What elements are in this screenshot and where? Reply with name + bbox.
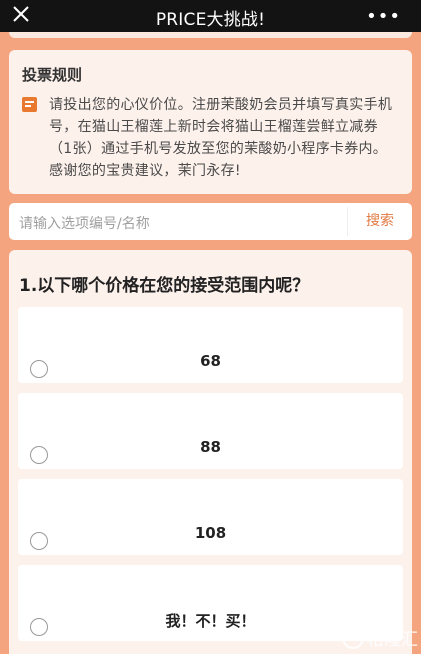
search-bar: 请输入选项编号/名称 搜索 (9, 203, 412, 240)
search-input[interactable]: 请输入选项编号/名称 (19, 213, 150, 233)
watermark-text: 格隆汇 (367, 630, 418, 650)
more-icon[interactable]: ••• (366, 6, 401, 27)
option-label: 68 (200, 352, 221, 370)
rules-text: 请投出您的心仪价位。注册茉酸奶会员并填写真实手机号，在猫山王榴莲上新时会将猫山王… (49, 97, 393, 179)
watermark: G 格隆汇 (342, 625, 418, 651)
voting-rules-card: 投票规则 请投出您的心仪价位。注册茉酸奶会员并填写真实手机号，在猫山王榴莲上新时… (9, 50, 412, 194)
option-label: 108 (194, 524, 227, 542)
previous-card-edge (9, 32, 412, 38)
search-button[interactable]: 搜索 (348, 203, 412, 240)
watermark-logo-icon: G (342, 626, 364, 649)
top-bar: PRICE大挑战! ••• (0, 0, 421, 32)
option-68[interactable]: 68 (18, 307, 403, 383)
question-card: 1.以下哪个价格在您的接受范围内呢？ 68 88 108 我！不！买！ (9, 250, 412, 654)
rules-doc-icon (22, 97, 37, 112)
option-88[interactable]: 88 (18, 393, 403, 469)
question-title: 1.以下哪个价格在您的接受范围内呢？ (19, 276, 310, 296)
page-title: PRICE大挑战! (155, 10, 266, 30)
rules-title: 投票规则 (22, 66, 83, 84)
option-108[interactable]: 108 (18, 479, 403, 555)
option-label: 88 (200, 438, 221, 456)
